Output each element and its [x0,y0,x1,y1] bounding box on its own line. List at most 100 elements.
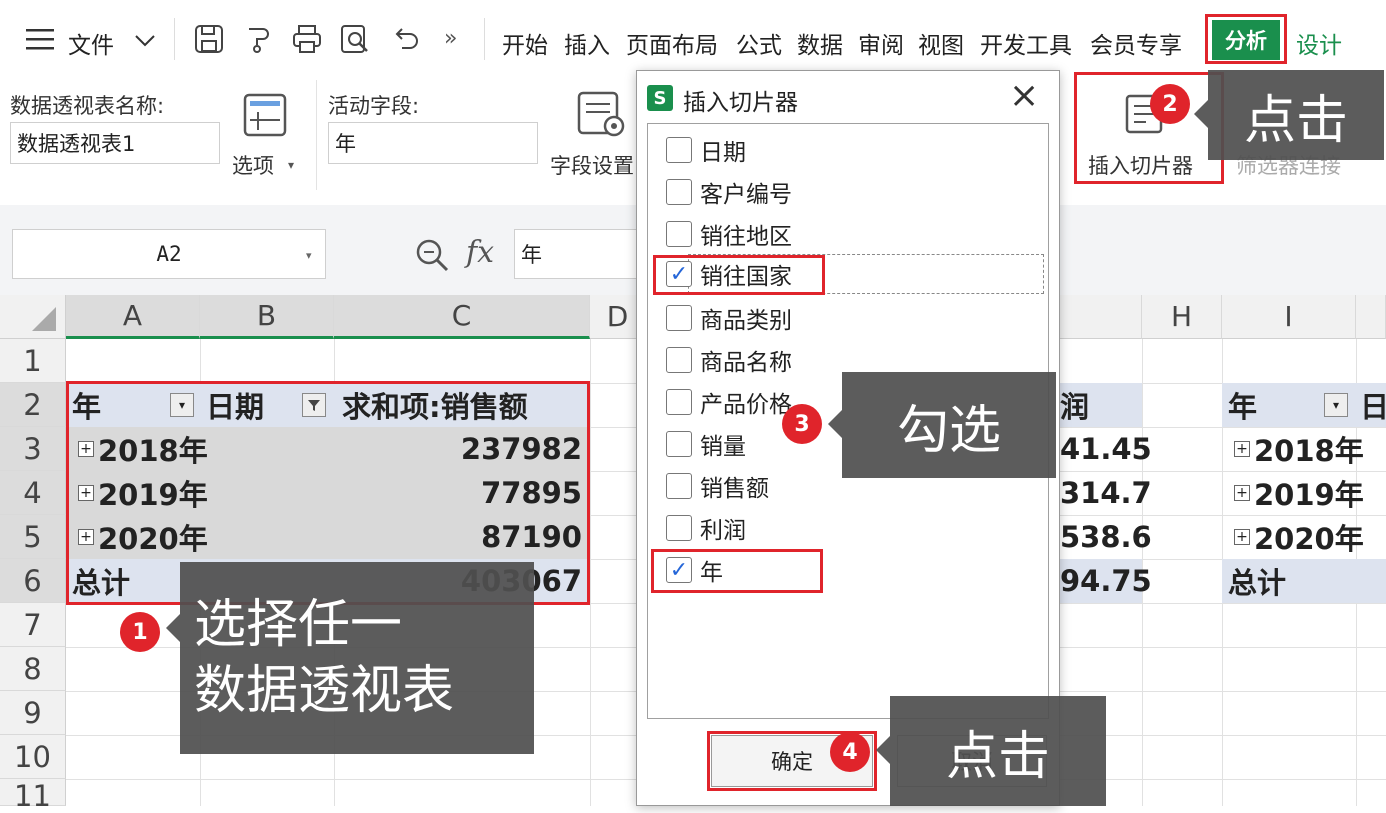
checkbox-customer-id[interactable] [666,179,692,205]
zoom-icon[interactable] [414,237,450,277]
pivot3-row-label[interactable]: +2018年 [1234,427,1364,471]
more-icon[interactable]: » [444,26,457,51]
row-header-11[interactable]: 11 [0,779,66,813]
pivot-name-input[interactable]: 数据透视表1 [10,122,220,164]
column-header-c[interactable]: C [334,295,590,339]
print-preview-icon[interactable] [340,24,370,54]
checkbox-price[interactable] [666,389,692,415]
row-header-9[interactable]: 9 [0,691,66,735]
pivot2-header[interactable]: 润 [1060,383,1089,427]
pivot2-value: 314.7 [1060,476,1152,510]
tab-data[interactable]: 数据 [797,26,843,60]
step-badge-1: 1 [120,612,160,652]
tab-formulas[interactable]: 公式 [736,26,782,60]
name-box[interactable]: A2 [12,229,326,279]
pivot3-row-label[interactable]: +2020年 [1234,515,1364,559]
format-painter-icon[interactable] [244,24,274,54]
options-button[interactable]: 选项 [232,150,274,180]
active-field-label: 活动字段: [328,94,420,118]
pivot3-header-date[interactable]: 日 [1360,383,1386,427]
checkbox-sales[interactable] [666,473,692,499]
callout-pointer [876,736,890,764]
callout-step3: 勾选 [842,372,1056,478]
tab-member[interactable]: 会员专享 [1090,26,1182,60]
field-settings-button[interactable]: 字段设置 [550,150,636,180]
checkbox-product-name[interactable] [666,347,692,373]
column-header-h[interactable]: H [1142,295,1222,339]
field-profit[interactable]: 利润 [666,510,746,546]
row-header-2[interactable]: 2 [0,383,66,427]
callout-step1-line1: 选择任一 [194,595,403,655]
select-all-corner[interactable] [0,295,66,339]
row-header-1[interactable]: 1 [0,339,66,383]
filter-dropdown-icon[interactable]: ▾ [1324,393,1348,417]
highlight-year-checkbox [651,549,823,593]
field-product-name[interactable]: 商品名称 [666,342,792,378]
fx-icon[interactable]: fx [466,235,494,270]
callout-step1: 选择任一 数据透视表 [180,562,534,754]
field-quantity[interactable]: 销量 [666,426,746,462]
save-icon[interactable] [194,24,224,54]
options-icon[interactable] [242,92,288,142]
pivot3-header-year[interactable]: 年 [1228,383,1257,427]
row-header-4[interactable]: 4 [0,471,66,515]
tab-developer[interactable]: 开发工具 [980,26,1072,60]
divider [174,18,175,60]
field-sales[interactable]: 销售额 [666,468,769,504]
pivot3-row-label[interactable]: +2019年 [1234,471,1364,515]
highlight-insert-slicer [1074,72,1224,184]
column-header-i[interactable]: I [1222,295,1356,339]
callout-step1-line2: 数据透视表 [194,661,455,721]
row-header-7[interactable]: 7 [0,603,66,647]
pivot3-total-label: 总计 [1228,566,1287,600]
checkbox-date[interactable] [666,137,692,163]
undo-icon[interactable] [390,24,420,54]
row-header-10[interactable]: 10 [0,735,66,779]
tab-view[interactable]: 视图 [918,26,964,60]
tab-review[interactable]: 审阅 [858,26,904,60]
print-icon[interactable] [292,24,322,54]
expand-icon[interactable]: + [1234,441,1250,457]
row-header-8[interactable]: 8 [0,647,66,691]
callout-pointer [1194,100,1208,128]
column-header-g[interactable] [1060,295,1142,339]
pivot2-value: 41.45 [1060,432,1152,466]
chevron-down-icon[interactable]: ▾ [306,249,312,262]
tab-page-layout[interactable]: 页面布局 [626,26,718,60]
field-customer-id[interactable]: 客户编号 [666,174,792,210]
field-region[interactable]: 销往地区 [666,216,792,252]
tab-home[interactable]: 开始 [502,26,548,60]
field-date[interactable]: 日期 [666,132,746,168]
callout-step2: 点击 [1208,70,1384,160]
active-field-input[interactable]: 年 [328,122,538,164]
close-icon[interactable]: × [1009,75,1039,116]
dialog-title: 插入切片器 [683,90,798,116]
pivot2-value: 94.75 [1060,564,1152,598]
tab-design[interactable]: 设计 [1296,26,1342,60]
checkbox-quantity[interactable] [666,431,692,457]
row-header-6[interactable]: 6 [0,559,66,603]
tab-insert[interactable]: 插入 [564,26,610,60]
chevron-down-icon[interactable]: ▾ [288,158,294,172]
field-price[interactable]: 产品价格 [666,384,792,420]
field-category[interactable]: 商品类别 [666,300,792,336]
expand-icon[interactable]: + [1234,485,1250,501]
column-header-a[interactable]: A [66,295,200,339]
field-settings-icon[interactable] [576,90,628,144]
checkbox-category[interactable] [666,305,692,331]
row-header-3[interactable]: 3 [0,427,66,471]
expand-icon[interactable]: + [1234,529,1250,545]
column-header-j[interactable] [1356,295,1386,339]
chevron-down-icon[interactable] [134,33,156,52]
hamburger-icon[interactable] [26,28,56,50]
checkbox-region[interactable] [666,221,692,247]
column-header-b[interactable]: B [200,295,334,339]
callout-pointer [166,614,180,642]
highlight-country-checkbox [653,255,825,295]
divider [316,80,317,190]
wps-sheet-icon: S [647,85,673,111]
file-menu[interactable]: 文件 [68,26,114,60]
checkbox-profit[interactable] [666,515,692,541]
highlight-analyze-tab [1205,14,1287,64]
row-header-5[interactable]: 5 [0,515,66,559]
